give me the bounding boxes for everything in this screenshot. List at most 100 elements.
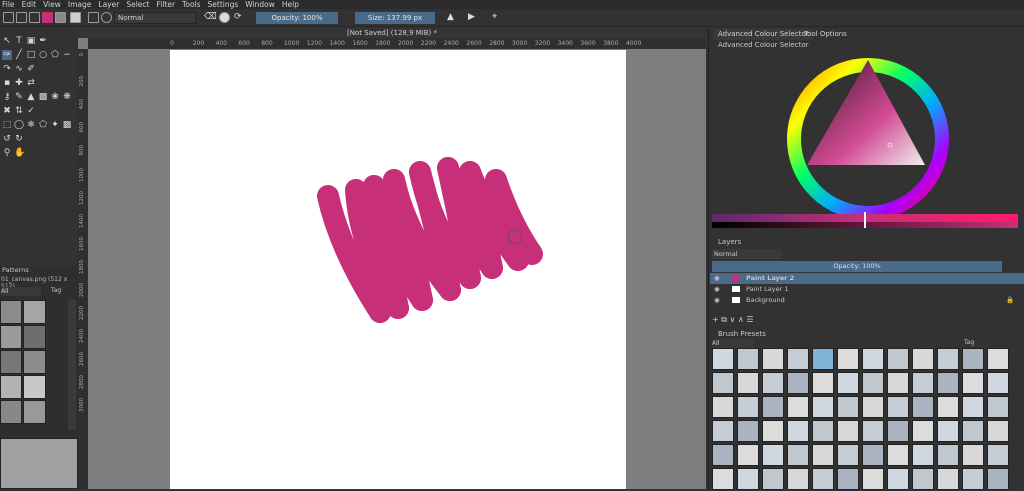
menu-settings[interactable]: Settings (208, 0, 239, 9)
lock-icon[interactable]: 🔒 (1006, 295, 1014, 306)
brush-preset-item[interactable] (812, 444, 834, 466)
assistant-tool-icon[interactable]: ✖ (2, 106, 12, 116)
gradient-swatch[interactable] (70, 12, 81, 23)
freehand-brush-icon[interactable]: ✑ (2, 50, 12, 60)
brush-editor-icon[interactable] (101, 12, 112, 23)
brush-preset-item[interactable] (812, 468, 834, 490)
brush-preset-item[interactable] (762, 396, 784, 418)
similar-select-icon[interactable]: ▩ (62, 120, 72, 130)
brush-preset-item[interactable] (987, 444, 1009, 466)
brush-preset-item[interactable] (787, 444, 809, 466)
layer-row-paint-layer-1[interactable]: ◉ Paint Layer 1 (710, 284, 1024, 295)
brush-preset-item[interactable] (937, 396, 959, 418)
move-tool-icon[interactable]: ✚ (14, 78, 24, 88)
brush-preset-item[interactable] (887, 468, 909, 490)
brush-preset-item[interactable] (837, 348, 859, 370)
crop-tool-icon[interactable]: ▪ (2, 78, 12, 88)
slider-handle[interactable] (864, 212, 866, 228)
brush-preset-item[interactable] (812, 420, 834, 442)
rectangle-tool-icon[interactable]: □ (26, 50, 36, 60)
patterns-scrollbar[interactable] (68, 300, 76, 430)
brush-preset-item[interactable] (862, 444, 884, 466)
brush-preset-item[interactable] (862, 468, 884, 490)
bezier-select-icon[interactable]: ↺ (2, 134, 12, 144)
blend-mode-dropdown[interactable]: Normal (114, 12, 196, 24)
bezier-tool-icon[interactable]: ↷ (2, 64, 12, 74)
foreground-color-swatch[interactable] (42, 12, 53, 23)
eraser-icon[interactable]: ⌫ (204, 12, 217, 23)
eye-icon[interactable]: ◉ (714, 273, 720, 284)
brush-preset-item[interactable] (862, 396, 884, 418)
brush-preset-item[interactable] (737, 444, 759, 466)
brush-preset-item[interactable] (862, 420, 884, 442)
dynamic-brush-icon[interactable]: ✐ (26, 64, 36, 74)
pan-tool-icon[interactable]: ✋ (14, 148, 25, 158)
brush-preset-item[interactable] (737, 372, 759, 394)
pattern-item[interactable] (0, 350, 22, 374)
menu-view[interactable]: View (43, 0, 61, 9)
brush-preset-item[interactable] (962, 444, 984, 466)
menu-filter[interactable]: Filter (156, 0, 175, 9)
brush-preset-item[interactable] (812, 348, 834, 370)
brush-preset-item[interactable] (862, 372, 884, 394)
measure-tool-icon[interactable]: ⇅ (14, 106, 24, 116)
size-slider[interactable]: Size: 137.99 px (355, 12, 435, 24)
brush-preset-item[interactable] (787, 468, 809, 490)
brush-preset-item[interactable] (837, 444, 859, 466)
pattern-item[interactable] (23, 400, 46, 424)
brush-preset-item[interactable] (787, 420, 809, 442)
tab-tool-options[interactable]: Tool Options (800, 29, 851, 40)
freehand-path-icon[interactable]: ∿ (14, 64, 24, 74)
calligraphy-icon[interactable]: ✒ (38, 36, 48, 46)
mirror-horizontal-icon[interactable]: ▲ (447, 12, 458, 23)
color-picker-icon[interactable]: ⚷ (2, 92, 12, 102)
menu-tools[interactable]: Tools (182, 0, 200, 9)
brush-preset-item[interactable] (912, 420, 934, 442)
eye-icon[interactable]: ◉ (714, 295, 720, 306)
pattern-item[interactable] (23, 350, 46, 374)
layer-row-paint-layer-2[interactable]: ◉ Paint Layer 2 (710, 273, 1024, 284)
pattern-item[interactable] (0, 300, 22, 324)
menu-help[interactable]: Help (282, 0, 299, 9)
polygon-tool-icon[interactable]: ⬠ (50, 50, 60, 60)
brush-preset-item[interactable] (737, 420, 759, 442)
pattern-item[interactable] (23, 300, 46, 324)
brush-preset-item[interactable] (912, 372, 934, 394)
pattern-item[interactable] (0, 375, 22, 399)
brush-preset-item[interactable] (812, 396, 834, 418)
brush-preset-item[interactable] (837, 420, 859, 442)
brush-preset-item[interactable] (762, 348, 784, 370)
brush-preset-item[interactable] (762, 372, 784, 394)
brush-preset-item[interactable] (937, 348, 959, 370)
brush-preset-item[interactable] (937, 444, 959, 466)
freehand-select-icon[interactable]: ❄ (26, 120, 36, 130)
layer-opacity-slider[interactable]: Opacity: 100% (712, 261, 1002, 272)
brush-preset-item[interactable] (712, 444, 734, 466)
mirror-vertical-icon[interactable]: ▶ (468, 12, 479, 23)
brush-preset-item[interactable] (912, 396, 934, 418)
pattern-item[interactable] (23, 325, 46, 349)
new-document-icon[interactable] (3, 12, 14, 23)
brush-preset-item[interactable] (712, 372, 734, 394)
line-tool-icon[interactable]: ╱ (14, 50, 24, 60)
add-layer-icon[interactable]: + (712, 315, 719, 324)
layer-row-background[interactable]: ◉ Background 🔒 (710, 295, 1024, 306)
open-document-icon[interactable] (16, 12, 27, 23)
brush-preset-item[interactable] (787, 372, 809, 394)
brush-preset-item[interactable] (887, 444, 909, 466)
brush-preset-item[interactable] (762, 444, 784, 466)
brush-preset-item[interactable] (937, 420, 959, 442)
magnetic-select-icon[interactable]: ↻ (14, 134, 24, 144)
polyline-tool-icon[interactable]: ∽ (62, 50, 72, 60)
brush-preset-item[interactable] (887, 372, 909, 394)
brush-preset-item[interactable] (987, 468, 1009, 490)
brush-preset-item[interactable] (837, 468, 859, 490)
brush-preset-item[interactable] (987, 372, 1009, 394)
brush-tag-button[interactable]: Tag (964, 339, 974, 346)
brush-preset-item[interactable] (937, 468, 959, 490)
patterns-filter-dropdown[interactable]: All (1, 287, 41, 296)
brush-preset-item[interactable] (887, 396, 909, 418)
brush-filter-dropdown[interactable]: All (712, 339, 754, 348)
brush-preset-item[interactable] (837, 372, 859, 394)
eye-icon[interactable]: ◉ (714, 284, 720, 295)
